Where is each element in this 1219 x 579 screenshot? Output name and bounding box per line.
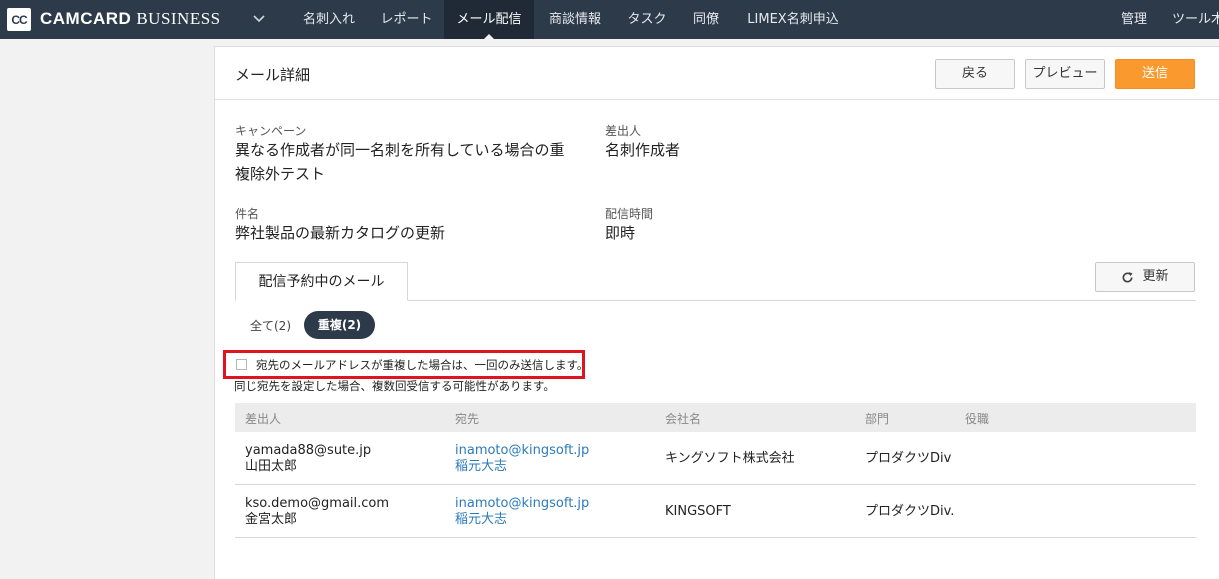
sender-email: yamada88@sute.jp <box>245 443 372 458</box>
dedup-option-highlight: 宛先のメールアドレスが重複した場合は、一回のみ送信します。 <box>223 350 588 379</box>
dedup-note: 同じ宛先を設定した場合、複数回受信する可能性があります。 <box>234 379 555 393</box>
nav-item-deals[interactable]: 商談情報 <box>534 0 616 39</box>
refresh-icon <box>1122 271 1133 283</box>
sender-value: 名刺作成者 <box>605 141 681 159</box>
row-sender: yamada88@sute.jp 山田太郎 <box>245 443 371 475</box>
recipient-email[interactable]: inamoto@kingsoft.jp <box>455 443 589 459</box>
column-company: 会社名 <box>665 412 702 426</box>
back-button[interactable]: 戻る <box>935 59 1015 89</box>
dedup-checkbox[interactable] <box>236 359 247 370</box>
recipient-name[interactable]: 稲元大志 <box>455 512 589 528</box>
filter-duplicates[interactable]: 重複(2) <box>304 311 375 339</box>
table-row: kso.demo@gmail.com 金宮太郎 inamoto@kingsoft… <box>235 485 1196 538</box>
sender-name: 山田太郎 <box>245 459 298 474</box>
chevron-down-icon[interactable] <box>252 12 266 26</box>
sender-name: 金宮太郎 <box>245 512 298 527</box>
row-recipient[interactable]: inamoto@kingsoft.jp 稲元大志 <box>455 443 589 475</box>
row-department: プロダクツDiv. <box>865 504 955 519</box>
dedup-checkbox-label[interactable]: 宛先のメールアドレスが重複した場合は、一回のみ送信します。 <box>256 357 588 373</box>
delivery-time-label: 配信時間 <box>605 207 654 221</box>
filter-all[interactable]: 全て(2) <box>250 317 291 334</box>
mail-detail-panel: メール詳細 戻る プレビュー 送信 キャンペーン 異なる作成者が同一名刺を所有し… <box>214 46 1219 579</box>
campaign-value-line2: 複除外テスト <box>235 165 326 183</box>
page-title: メール詳細 <box>235 66 311 84</box>
send-button[interactable]: 送信 <box>1115 59 1195 89</box>
subject-value: 弊社製品の最新カタログの更新 <box>235 224 446 242</box>
subject-label: 件名 <box>235 207 260 221</box>
table-header: 差出人 宛先 会社名 部門 役職 <box>235 403 1196 432</box>
brand-light: BUSINESS <box>136 9 221 28</box>
column-title: 役職 <box>965 412 990 426</box>
campaign-value-line1: 異なる作成者が同一名刺を所有している場合の重 <box>235 141 565 159</box>
sender-email: kso.demo@gmail.com <box>245 496 390 511</box>
row-company: KINGSOFT <box>665 504 731 519</box>
column-sender: 差出人 <box>245 412 282 426</box>
sender-label: 差出人 <box>605 124 642 138</box>
preview-button[interactable]: プレビュー <box>1025 59 1105 89</box>
nav-item-cards[interactable]: 名刺入れ <box>289 0 369 39</box>
tab-scheduled-mail[interactable]: 配信予約中のメール <box>235 262 408 301</box>
delivery-time-value: 即時 <box>605 224 636 242</box>
row-sender: kso.demo@gmail.com 金宮太郎 <box>245 496 389 528</box>
row-recipient[interactable]: inamoto@kingsoft.jp 稲元大志 <box>455 496 589 528</box>
refresh-button[interactable]: 更新 <box>1095 262 1195 292</box>
top-nav: CC CAMCARD BUSINESS 名刺入れ レポート メール配信 商談情報 … <box>0 0 1219 39</box>
brand-bold: CAMCARD <box>40 9 132 28</box>
nav-item-report[interactable]: レポート <box>369 0 444 39</box>
campaign-label: キャンペーン <box>235 124 307 138</box>
nav-item-colleagues[interactable]: 同僚 <box>678 0 734 39</box>
campaign-value: 異なる作成者が同一名刺を所有している場合の重 複除外テスト <box>235 138 565 186</box>
column-recipient: 宛先 <box>455 412 480 426</box>
nav-item-mail[interactable]: メール配信 <box>444 0 534 39</box>
brand-name[interactable]: CAMCARD BUSINESS <box>40 9 221 29</box>
table-row: yamada88@sute.jp 山田太郎 inamoto@kingsoft.j… <box>235 432 1196 485</box>
nav-item-tools[interactable]: ツール木 <box>1162 0 1219 39</box>
nav-item-tasks[interactable]: タスク <box>616 0 678 39</box>
row-company: キングソフト株式会社 <box>665 451 795 466</box>
panel-header: メール詳細 戻る プレビュー 送信 <box>215 47 1219 100</box>
recipient-email[interactable]: inamoto@kingsoft.jp <box>455 496 589 512</box>
nav-item-limex[interactable]: LIMEX名刺申込 <box>734 0 852 39</box>
nav-item-admin[interactable]: 管理 <box>1108 0 1160 39</box>
column-department: 部門 <box>865 412 890 426</box>
row-department: プロダクツDiv <box>865 451 952 466</box>
camcard-logo[interactable]: CC <box>7 8 31 31</box>
recipient-name[interactable]: 稲元大志 <box>455 459 589 475</box>
refresh-label: 更新 <box>1142 269 1169 284</box>
